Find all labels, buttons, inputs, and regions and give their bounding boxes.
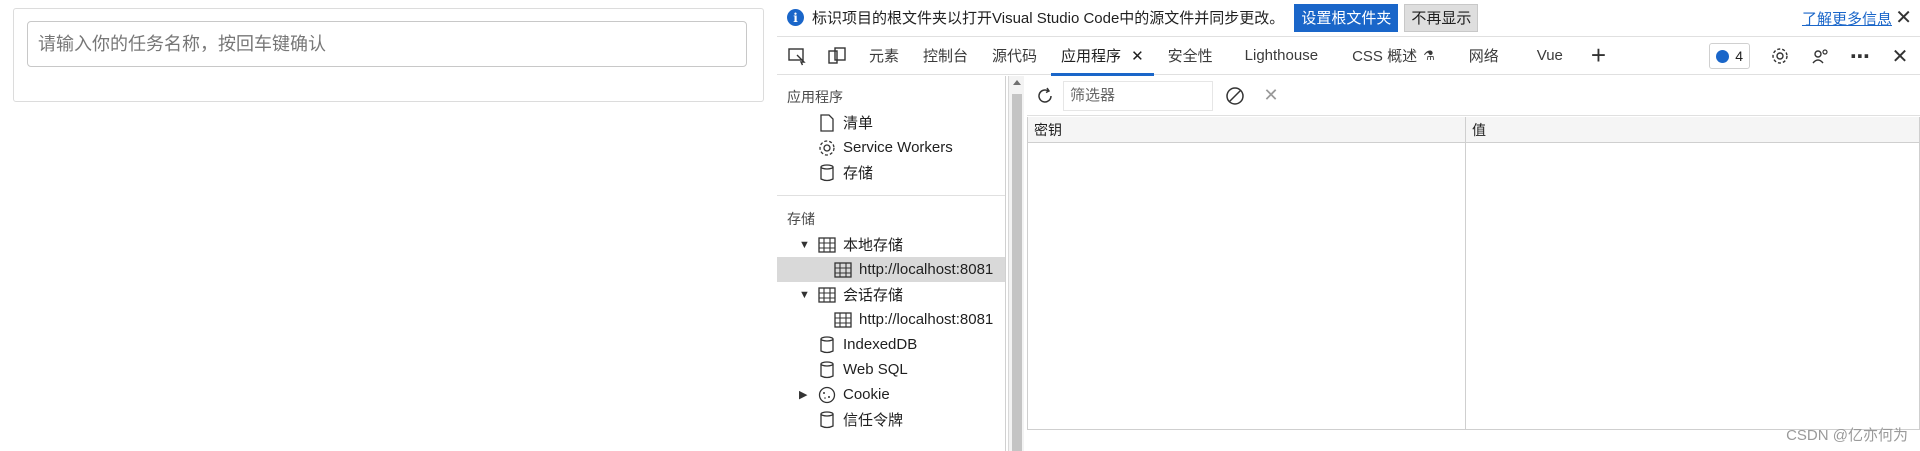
learn-more-link[interactable]: 了解更多信息 bbox=[1802, 8, 1892, 29]
sidebar-item-label: 本地存储 bbox=[843, 237, 904, 254]
key-column-body bbox=[1028, 143, 1466, 429]
gear-icon bbox=[817, 138, 837, 158]
tab-close-icon[interactable]: ✕ bbox=[1131, 47, 1144, 65]
storage-data-grid: 密钥 值 bbox=[1027, 117, 1920, 430]
expanded-triangle-icon[interactable]: ▼ bbox=[799, 239, 811, 251]
add-tab-icon[interactable]: + bbox=[1581, 40, 1616, 71]
tab-css-overview[interactable]: CSS 概述 ⚗ bbox=[1338, 37, 1449, 75]
customize-icon[interactable] bbox=[1800, 37, 1840, 75]
more-options-icon[interactable]: ⋯ bbox=[1840, 37, 1880, 75]
sidebar-item-indexeddb[interactable]: IndexedDB bbox=[777, 332, 1005, 357]
sidebar-item-label: 存储 bbox=[843, 165, 874, 182]
sidebar-item-label: 会话存储 bbox=[843, 287, 904, 304]
scroll-up-arrow-icon[interactable] bbox=[1013, 80, 1021, 85]
column-header-value[interactable]: 值 bbox=[1466, 117, 1920, 142]
task-card bbox=[13, 8, 764, 102]
grid-body bbox=[1028, 143, 1920, 429]
screen: i 标识项目的根文件夹以打开Visual Studio Code中的源文件并同步… bbox=[0, 0, 1920, 451]
cookie-icon bbox=[817, 385, 837, 405]
sidebar-divider bbox=[777, 195, 1005, 196]
devtools-panel: i 标识项目的根文件夹以打开Visual Studio Code中的源文件并同步… bbox=[777, 0, 1920, 451]
sidebar-item-manifest[interactable]: 清单 bbox=[777, 110, 1005, 135]
dont-show-again-button[interactable]: 不再显示 bbox=[1404, 3, 1479, 32]
table-icon bbox=[817, 235, 837, 255]
table-icon bbox=[833, 310, 853, 330]
tabbar-actions: 4 ⋯ ✕ bbox=[1709, 37, 1920, 75]
tab-elements[interactable]: 元素 bbox=[857, 37, 911, 75]
sidebar-item-label: http://localhost:8081 bbox=[859, 261, 994, 278]
sidebar-section-application: 应用程序 bbox=[787, 89, 843, 105]
sidebar-item-label: Service Workers bbox=[843, 139, 953, 156]
database-icon bbox=[817, 360, 837, 380]
devtools-tabbar: 元素 控制台 源代码 应用程序 ✕ 安全性 Lighthouse CSS 概述 … bbox=[777, 36, 1920, 76]
tab-css-overview-label: CSS 概述 bbox=[1352, 48, 1418, 65]
tab-security[interactable]: 安全性 bbox=[1156, 37, 1225, 75]
infobar: i 标识项目的根文件夹以打开Visual Studio Code中的源文件并同步… bbox=[777, 0, 1920, 35]
table-icon bbox=[833, 260, 853, 280]
infobar-message: 标识项目的根文件夹以打开Visual Studio Code中的源文件并同步更改… bbox=[812, 10, 1285, 27]
delete-selected-icon[interactable]: ✕ bbox=[1257, 77, 1285, 115]
set-root-folder-button[interactable]: 设置根文件夹 bbox=[1294, 3, 1399, 32]
sidebar-item-service-workers[interactable]: Service Workers bbox=[777, 135, 1005, 160]
database-icon bbox=[817, 163, 837, 183]
device-emulation-icon[interactable] bbox=[817, 37, 857, 75]
sidebar-item-label: http://localhost:8081 bbox=[859, 311, 994, 328]
inspect-element-icon[interactable] bbox=[777, 37, 817, 75]
task-name-input[interactable] bbox=[27, 21, 747, 67]
tab-console[interactable]: 控制台 bbox=[911, 37, 980, 75]
settings-gear-icon[interactable] bbox=[1760, 37, 1800, 75]
issues-count: 4 bbox=[1735, 48, 1743, 64]
sidebar-item-label: Web SQL bbox=[843, 361, 908, 378]
document-icon bbox=[817, 113, 837, 133]
sidebar-section-storage: 存储 bbox=[787, 211, 815, 227]
issues-icon bbox=[1716, 49, 1730, 63]
sidebar-item-local-storage[interactable]: ▼ 本地存储 bbox=[777, 232, 1005, 257]
tab-vue[interactable]: Vue bbox=[1519, 37, 1581, 75]
grid-header: 密钥 值 bbox=[1028, 117, 1920, 143]
tab-application-label: 应用程序 bbox=[1061, 48, 1122, 65]
refresh-icon[interactable] bbox=[1027, 77, 1063, 115]
table-icon bbox=[817, 285, 837, 305]
sidebar-item-local-storage-origin[interactable]: http://localhost:8081 bbox=[777, 257, 1005, 282]
filter-input[interactable] bbox=[1063, 80, 1213, 111]
column-header-key[interactable]: 密钥 bbox=[1028, 117, 1466, 142]
sidebar-item-label: 信任令牌 bbox=[843, 412, 904, 429]
tab-network[interactable]: 网络 bbox=[1449, 37, 1519, 75]
flask-icon: ⚗ bbox=[1423, 47, 1435, 63]
clear-all-icon[interactable] bbox=[1213, 77, 1257, 115]
sidebar-item-storage[interactable]: 存储 bbox=[777, 160, 1005, 185]
info-icon: i bbox=[787, 9, 804, 26]
collapsed-triangle-icon[interactable]: ▶ bbox=[799, 388, 811, 401]
database-icon bbox=[817, 335, 837, 355]
issues-badge[interactable]: 4 bbox=[1709, 43, 1750, 69]
close-devtools-icon[interactable]: ✕ bbox=[1880, 37, 1920, 75]
sidebar-item-session-storage[interactable]: ▼ 会话存储 bbox=[777, 282, 1005, 307]
sidebar-item-session-storage-origin[interactable]: http://localhost:8081 bbox=[777, 307, 1005, 332]
watermark: CSDN @亿亦何为 bbox=[1786, 427, 1908, 444]
storage-toolbar: ✕ bbox=[1027, 76, 1920, 116]
sidebar-item-websql[interactable]: Web SQL bbox=[777, 357, 1005, 382]
tab-application[interactable]: 应用程序 ✕ bbox=[1049, 37, 1156, 76]
database-icon bbox=[817, 410, 837, 430]
scrollbar-thumb[interactable] bbox=[1012, 94, 1022, 451]
close-icon[interactable]: ✕ bbox=[1895, 5, 1912, 30]
sidebar-item-label: IndexedDB bbox=[843, 336, 918, 353]
sidebar-item-label: 清单 bbox=[843, 115, 874, 132]
sidebar-scrollbar[interactable] bbox=[1008, 76, 1024, 451]
tab-sources[interactable]: 源代码 bbox=[980, 37, 1049, 75]
expanded-triangle-icon[interactable]: ▼ bbox=[799, 289, 811, 301]
sidebar-item-trust-tokens[interactable]: 信任令牌 bbox=[777, 407, 1005, 432]
tab-lighthouse[interactable]: Lighthouse bbox=[1225, 37, 1338, 75]
sidebar-item-label: Cookie bbox=[843, 386, 890, 403]
value-column-body bbox=[1466, 143, 1920, 429]
application-sidebar: 应用程序 清单 Service Workers 存储 存储 ▼ 本地存储 htt… bbox=[777, 76, 1006, 451]
sidebar-item-cookie[interactable]: ▶ Cookie bbox=[777, 382, 1005, 407]
